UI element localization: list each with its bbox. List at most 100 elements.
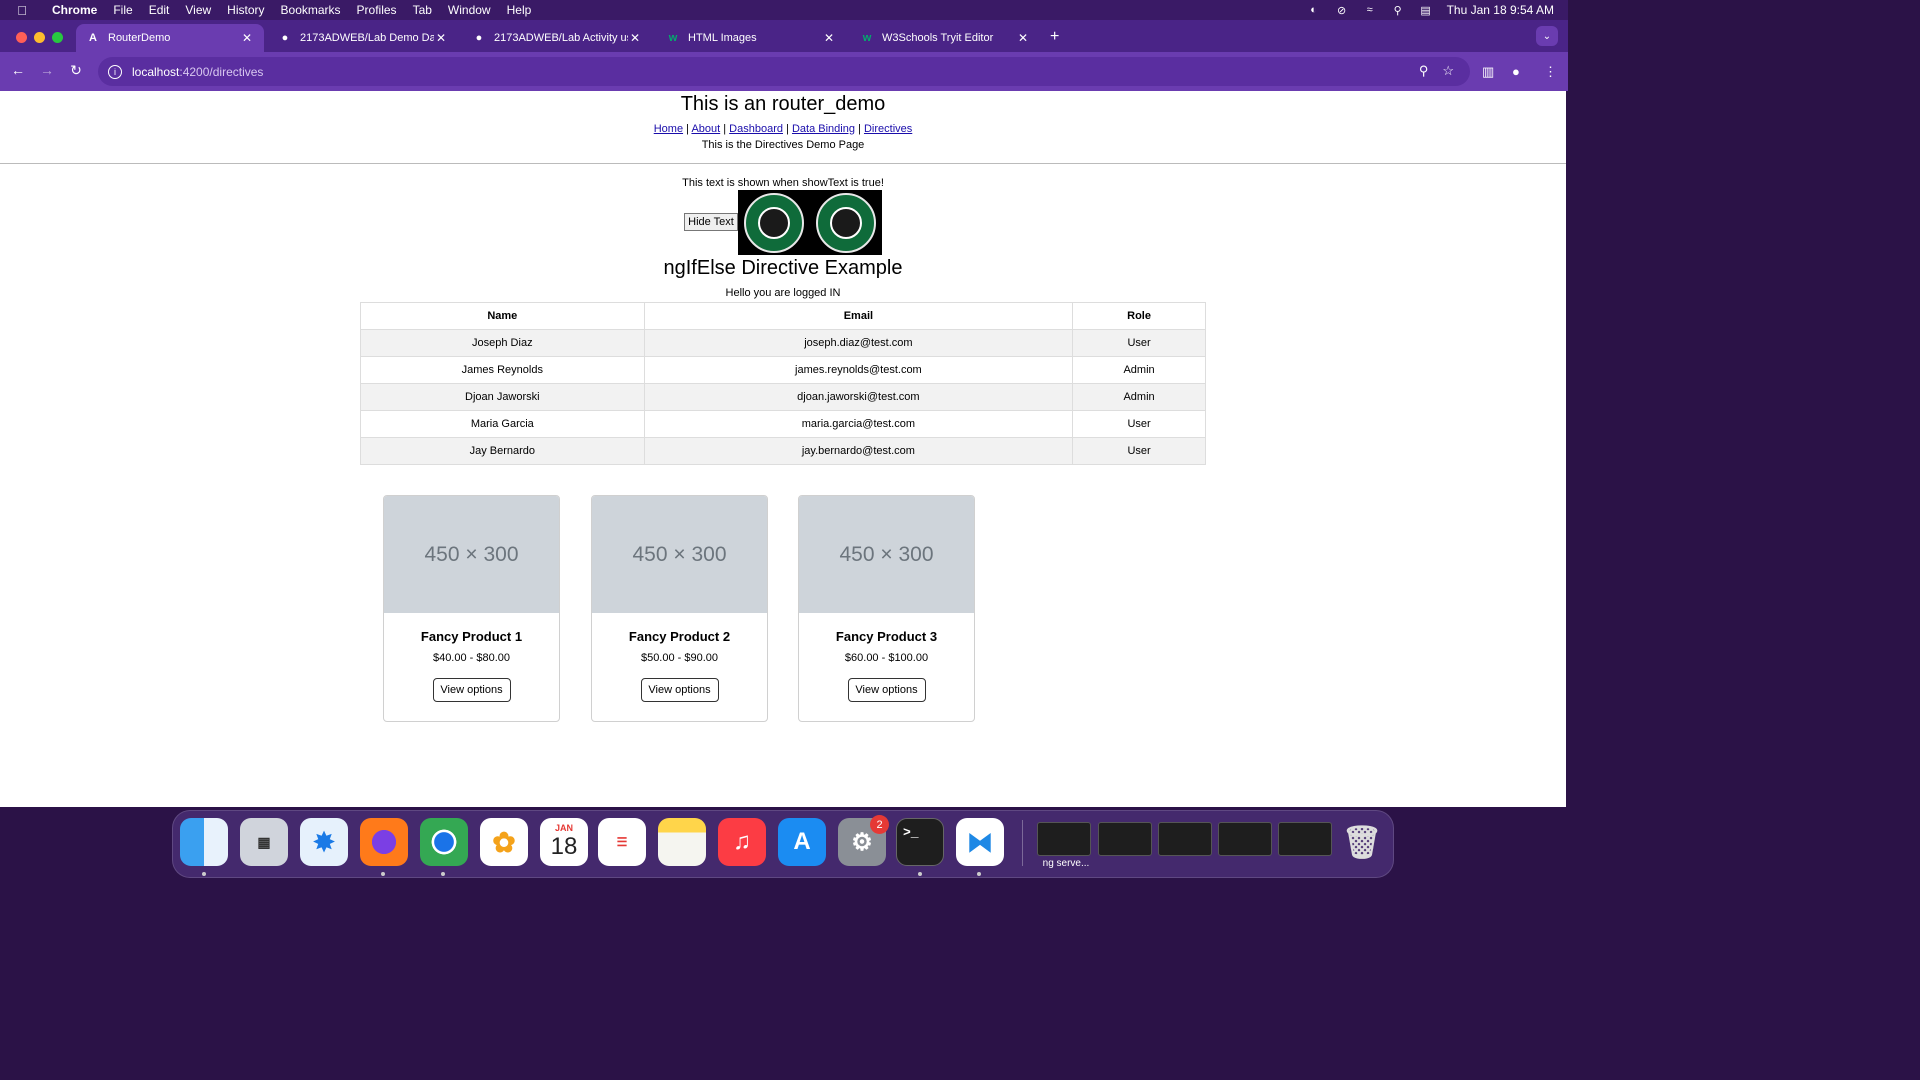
tab-title: W3Schools Tryit Editor [882, 32, 994, 44]
notes-icon[interactable] [658, 818, 706, 866]
mute-icon[interactable]: ⊘ [1335, 4, 1349, 17]
profile-avatar-icon[interactable]: ● [1512, 64, 1520, 79]
terminal-window-thumbnail[interactable] [1037, 822, 1091, 856]
zoom-window-button[interactable] [52, 32, 63, 43]
finder-window-thumbnail[interactable] [1098, 822, 1152, 856]
launchpad-icon[interactable]: ▦ [240, 818, 288, 866]
menu-clock[interactable]: Thu Jan 18 9:54 AM [1447, 3, 1554, 17]
url-host: localhost [132, 64, 180, 79]
logged-in-message: Hello you are logged IN [725, 287, 841, 299]
finder-icon[interactable] [180, 818, 228, 866]
tab-search-chevron-icon[interactable]: ⌄ [1536, 26, 1558, 46]
music-icon[interactable]: ♫ [718, 818, 766, 866]
vscode-window-thumbnail[interactable] [1278, 822, 1332, 856]
reload-icon[interactable]: ↻ [67, 62, 85, 79]
menu-edit[interactable]: Edit [141, 3, 178, 17]
page-viewport: This is an router_demo Home | About | Da… [0, 91, 1566, 807]
hide-text-button[interactable]: Hide Text [684, 213, 738, 231]
menu-view[interactable]: View [177, 3, 219, 17]
menu-history[interactable]: History [219, 3, 272, 17]
tab-title: HTML Images [688, 32, 757, 44]
chrome-icon[interactable] [420, 818, 468, 866]
minimize-window-button[interactable] [34, 32, 45, 43]
nav-link-home[interactable]: Home [654, 123, 683, 135]
close-tab-icon[interactable]: ✕ [822, 31, 836, 45]
view-options-button[interactable]: View options [432, 678, 511, 702]
cell-role: Admin [1072, 356, 1206, 384]
nav-link-dashboard[interactable]: Dashboard [729, 123, 783, 135]
nav-link-directives[interactable]: Directives [864, 123, 912, 135]
page-title: This is an router_demo [680, 93, 886, 115]
tab-lab-demo-data[interactable]: ● 2173ADWEB/Lab Demo Data ✕ [268, 24, 458, 52]
cell-email: jay.bernardo@test.com [643, 437, 1074, 465]
site-info-icon[interactable]: i [108, 64, 122, 79]
cell-name: James Reynolds [360, 356, 645, 384]
tab-lab-activity[interactable]: ● 2173ADWEB/Lab Activity usin ✕ [462, 24, 652, 52]
close-window-button[interactable] [16, 32, 27, 43]
vscode-icon[interactable]: ⧓ [956, 818, 1004, 866]
close-tab-icon[interactable]: ✕ [240, 31, 254, 45]
trash-icon[interactable]: 🗑 [1338, 818, 1386, 866]
creative-cloud-icon[interactable]: ◐ [1307, 4, 1321, 16]
close-tab-icon[interactable]: ✕ [434, 31, 448, 45]
tab-title: 2173ADWEB/Lab Activity usin [494, 32, 628, 44]
w3schools-icon: w [862, 32, 872, 44]
tab-routerdemo[interactable]: A RouterDemo ✕ [76, 24, 264, 52]
address-bar[interactable]: i localhost:4200/directives ⚲ ☆ [98, 57, 1470, 86]
forward-arrow-icon[interactable]: → [38, 62, 56, 78]
reminders-icon[interactable]: ☰ [598, 818, 646, 866]
cell-role: User [1072, 410, 1206, 438]
menu-profiles[interactable]: Profiles [349, 3, 405, 17]
menu-bookmarks[interactable]: Bookmarks [273, 3, 349, 17]
control-center-icon[interactable]: ▤ [1419, 4, 1433, 17]
chrome-menu-icon[interactable]: ⋮ [1544, 64, 1557, 80]
back-arrow-icon[interactable]: ← [9, 62, 27, 78]
tab-html-images[interactable]: w HTML Images ✕ [656, 24, 846, 52]
view-options-button[interactable]: View options [640, 678, 719, 702]
close-tab-icon[interactable]: ✕ [1016, 31, 1030, 45]
angular-icon: A [89, 32, 97, 44]
cell-role: Admin [1072, 383, 1206, 411]
side-panel-icon[interactable]: ▥ [1482, 64, 1494, 80]
w3schools-icon: w [668, 32, 678, 44]
menu-app-name[interactable]: Chrome [44, 3, 105, 17]
cell-name: Maria Garcia [360, 410, 645, 438]
safari-icon[interactable]: ✸ [300, 818, 348, 866]
product-image-placeholder: 450 × 300 [592, 496, 767, 613]
apple-icon[interactable]:  [0, 3, 44, 18]
finder-window-thumbnail[interactable] [1218, 822, 1272, 856]
tab-title: RouterDemo [108, 32, 171, 44]
dock-divider [1022, 820, 1023, 866]
table-header-row: Name Email Role [360, 302, 1206, 330]
spotlight-search-icon[interactable]: ⚲ [1391, 4, 1405, 17]
github-icon: ● [475, 32, 483, 44]
wifi-icon[interactable]: ≈ [1363, 4, 1377, 16]
product-image-placeholder: 450 × 300 [384, 496, 559, 613]
table-row: Joseph Diaz joseph.diaz@test.com User [360, 329, 1206, 357]
zoom-magnifier-icon[interactable]: ⚲ [1419, 63, 1429, 79]
terminal-icon[interactable]: >_ [896, 818, 944, 866]
starbucks-logo-image [816, 192, 876, 253]
bookmark-star-icon[interactable]: ☆ [1442, 63, 1454, 79]
tab-w3schools-tryit[interactable]: w W3Schools Tryit Editor ✕ [850, 24, 1040, 52]
product-card: 450 × 300 Fancy Product 2 $50.00 - $90.0… [591, 495, 768, 722]
finder-window-thumbnail[interactable] [1158, 822, 1212, 856]
menu-tab[interactable]: Tab [405, 3, 440, 17]
app-store-icon[interactable]: A [778, 818, 826, 866]
nav-link-about[interactable]: About [691, 123, 720, 135]
new-tab-button[interactable]: + [1050, 28, 1059, 46]
running-indicator [381, 872, 385, 876]
section-title: ngIfElse Directive Example [663, 257, 903, 279]
menu-help[interactable]: Help [499, 3, 540, 17]
column-header-role: Role [1072, 302, 1206, 330]
menu-window[interactable]: Window [440, 3, 499, 17]
terminal-window-label: ng serve... [1042, 858, 1090, 869]
menu-file[interactable]: File [105, 3, 140, 17]
photos-icon[interactable]: ✿ [480, 818, 528, 866]
view-options-button[interactable]: View options [847, 678, 926, 702]
close-tab-icon[interactable]: ✕ [628, 31, 642, 45]
firefox-icon[interactable] [360, 818, 408, 866]
calendar-day: 18 [550, 833, 578, 860]
calendar-icon[interactable]: JAN 18 [540, 818, 588, 866]
nav-link-data-binding[interactable]: Data Binding [792, 123, 855, 135]
